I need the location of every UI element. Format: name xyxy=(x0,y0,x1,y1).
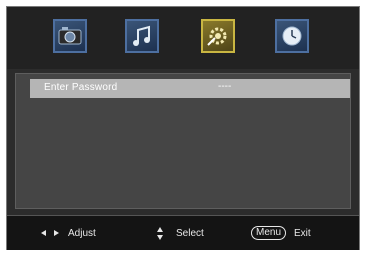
exit-hint: Menu Exit xyxy=(251,216,311,250)
osd-menu-window: Enter Password ---- Adjust Select Menu E… xyxy=(6,6,360,250)
setup-icon[interactable] xyxy=(201,19,235,53)
left-arrow-icon xyxy=(41,230,46,236)
select-label: Select xyxy=(176,227,204,239)
adjust-label: Adjust xyxy=(68,227,96,239)
picture-icon[interactable] xyxy=(53,19,87,53)
time-icon[interactable] xyxy=(275,19,309,53)
password-value[interactable]: ---- xyxy=(218,81,231,92)
select-hint: Select xyxy=(157,216,204,250)
adjust-hint: Adjust xyxy=(41,216,96,250)
sound-icon[interactable] xyxy=(125,19,159,53)
right-arrow-icon xyxy=(54,230,59,236)
exit-label: Exit xyxy=(294,227,311,239)
up-down-arrow-icon xyxy=(157,226,163,240)
enter-password-row[interactable]: Enter Password ---- xyxy=(30,79,350,98)
enter-password-label: Enter Password xyxy=(44,82,118,93)
category-icon-bar xyxy=(7,7,359,69)
menu-key-icon: Menu xyxy=(251,226,287,240)
help-footer: Adjust Select Menu Exit xyxy=(7,215,359,250)
menu-content-panel: Enter Password ---- xyxy=(15,73,351,209)
